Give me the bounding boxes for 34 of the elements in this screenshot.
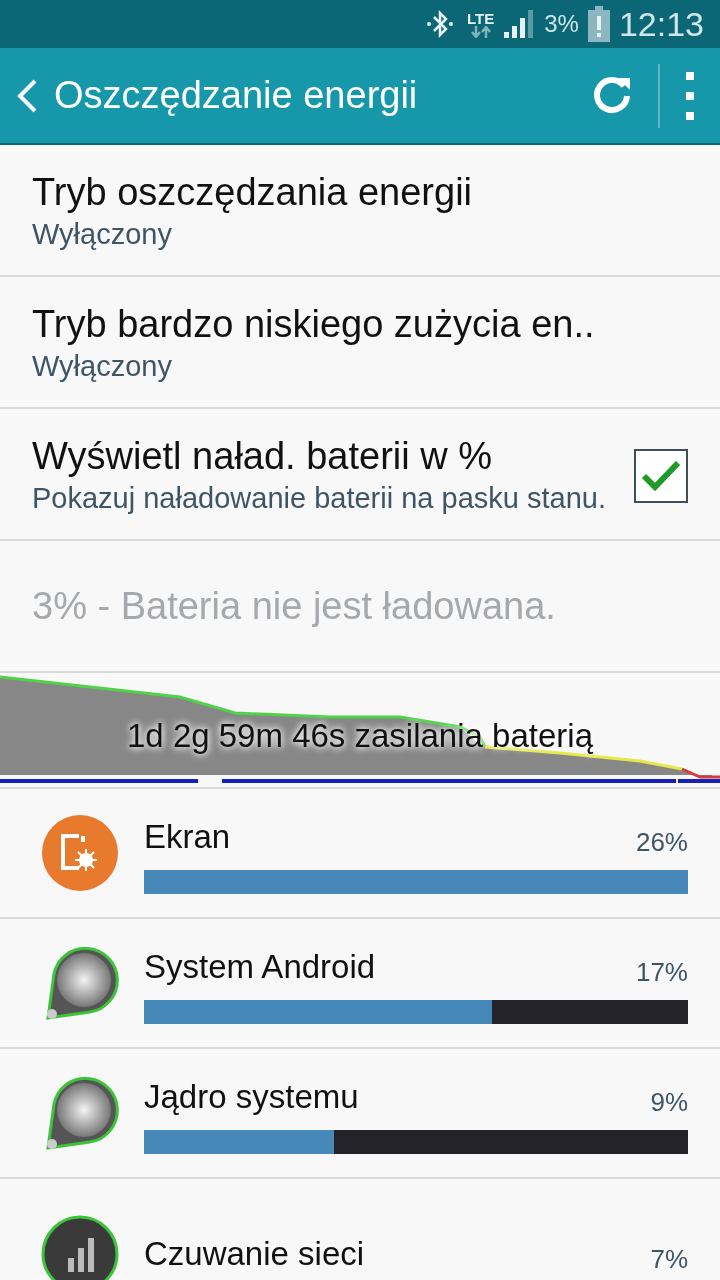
battery-status-text: 3% - Bateria nie jest ładowana. <box>32 583 556 629</box>
battery-percent: 3% <box>544 9 579 39</box>
settings-item[interactable]: Tryb oszczędzania energii Wyłączony <box>0 145 720 277</box>
setting-title: Wyświetl naład. baterii w % <box>32 434 494 480</box>
network-type-label: LTE <box>467 10 495 26</box>
usage-percent: 7% <box>650 1242 688 1276</box>
app-name: Czuwanie sieci <box>144 1234 365 1275</box>
battery-alert-icon <box>586 6 611 42</box>
usage-percent: 17% <box>635 955 688 989</box>
setting-summary: Wyłączony <box>32 348 173 384</box>
usage-item[interactable]: Czuwanie sieci 7% <box>0 1179 720 1280</box>
settings-item[interactable]: Wyświetl naład. baterii w % Pokazuj naładowanie baterii na pasku stanu. <box>0 409 720 541</box>
setting-title: Tryb bardzo niskiego zużycia en.. <box>32 302 596 348</box>
usage-item[interactable]: System Android 17% <box>0 919 720 1049</box>
clock: 12:13 <box>618 3 704 45</box>
usage-item[interactable]: Jądro systemu 9% <box>0 1049 720 1179</box>
setting-title: Tryb oszczędzania energii <box>32 170 474 216</box>
screen-brightness-icon <box>41 814 119 892</box>
app-name: Ekran <box>144 817 231 858</box>
bluetooth-icon <box>425 8 455 40</box>
checkbox[interactable] <box>634 449 688 503</box>
setting-summary: Wyłączony <box>32 216 173 252</box>
usage-percent: 9% <box>650 1085 688 1119</box>
signal-icon <box>40 1214 120 1280</box>
usage-item[interactable]: Ekran 26% <box>0 789 720 919</box>
settings-item[interactable]: Tryb bardzo niskiego zużycia en.. Wyłączony <box>0 277 720 409</box>
back-button[interactable] <box>16 77 38 114</box>
usage-percent: 26% <box>635 825 688 859</box>
app-name: System Android <box>144 947 376 988</box>
setting-summary: Pokazuj naładowanie baterii na pasku stanu. <box>32 480 607 516</box>
back-icon <box>16 77 38 114</box>
screen-title: Oszczędzanie energii <box>54 73 419 118</box>
data-arrows-icon <box>470 25 491 38</box>
app-name: Jądro systemu <box>144 1077 359 1118</box>
